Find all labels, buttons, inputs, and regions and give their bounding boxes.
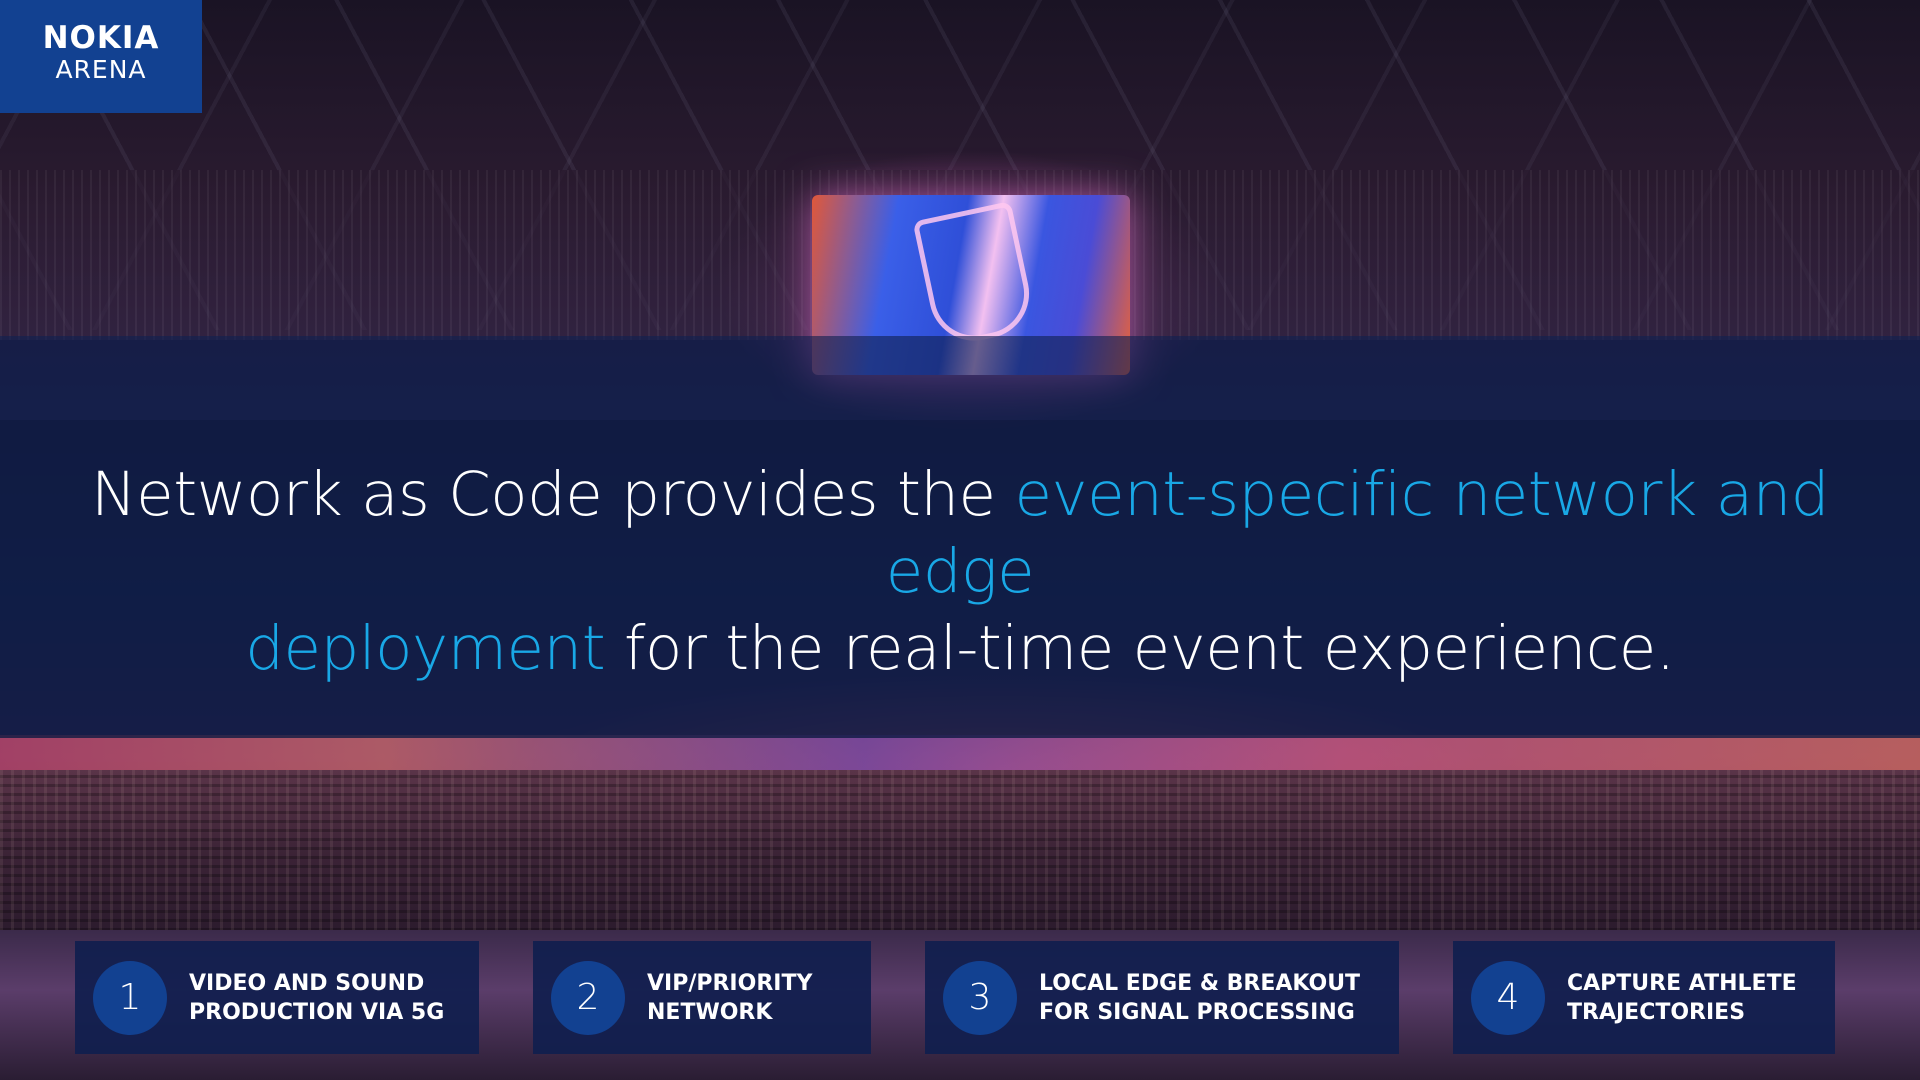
feature-card-4: 4 CAPTURE ATHLETE TRAJECTORIES <box>1453 941 1835 1054</box>
overlay-band-top <box>0 336 1920 420</box>
feature-label: CAPTURE ATHLETE TRAJECTORIES <box>1567 969 1797 1027</box>
headline-highlight-1: event-specific network and edge <box>885 459 1830 607</box>
feature-label-line1: LOCAL EDGE & BREAKOUT <box>1039 970 1361 996</box>
slide: NOKIA ARENA Network as Code provides the… <box>0 0 1920 1080</box>
feature-label: VIDEO AND SOUND PRODUCTION VIA 5G <box>189 969 444 1027</box>
feature-card-1: 1 VIDEO AND SOUND PRODUCTION VIA 5G <box>75 941 479 1054</box>
feature-label-line2: FOR SIGNAL PROCESSING <box>1039 999 1355 1025</box>
headline-highlight-2: deployment <box>245 613 606 684</box>
logo-brand-text: NOKIA <box>42 20 160 56</box>
feature-label: LOCAL EDGE & BREAKOUT FOR SIGNAL PROCESS… <box>1039 969 1360 1027</box>
headline: Network as Code provides the event-speci… <box>60 456 1860 687</box>
feature-label-line1: CAPTURE ATHLETE <box>1567 970 1797 996</box>
feature-card-2: 2 VIP/PRIORITY NETWORK <box>533 941 871 1054</box>
nokia-arena-logo: NOKIA ARENA <box>0 0 202 113</box>
feature-number-badge: 1 <box>93 960 167 1035</box>
headline-text-1: Network as Code provides the <box>91 459 1015 530</box>
feature-number-badge: 2 <box>551 960 625 1035</box>
feature-label-line1: VIDEO AND SOUND <box>189 970 425 996</box>
feature-number-badge: 4 <box>1471 960 1545 1035</box>
logo-venue-text: ARENA <box>55 55 147 84</box>
lower-stands-crowd <box>0 770 1920 940</box>
feature-label: VIP/PRIORITY NETWORK <box>647 969 812 1027</box>
feature-card-3: 3 LOCAL EDGE & BREAKOUT FOR SIGNAL PROCE… <box>925 941 1399 1054</box>
feature-label-line1: VIP/PRIORITY <box>647 970 813 996</box>
feature-label-line2: PRODUCTION VIA 5G <box>189 999 445 1025</box>
headline-text-2: for the real-time event experience. <box>605 613 1675 684</box>
feature-label-line2: NETWORK <box>647 999 773 1025</box>
feature-label-line2: TRAJECTORIES <box>1567 999 1746 1025</box>
feature-number-badge: 3 <box>943 960 1017 1035</box>
